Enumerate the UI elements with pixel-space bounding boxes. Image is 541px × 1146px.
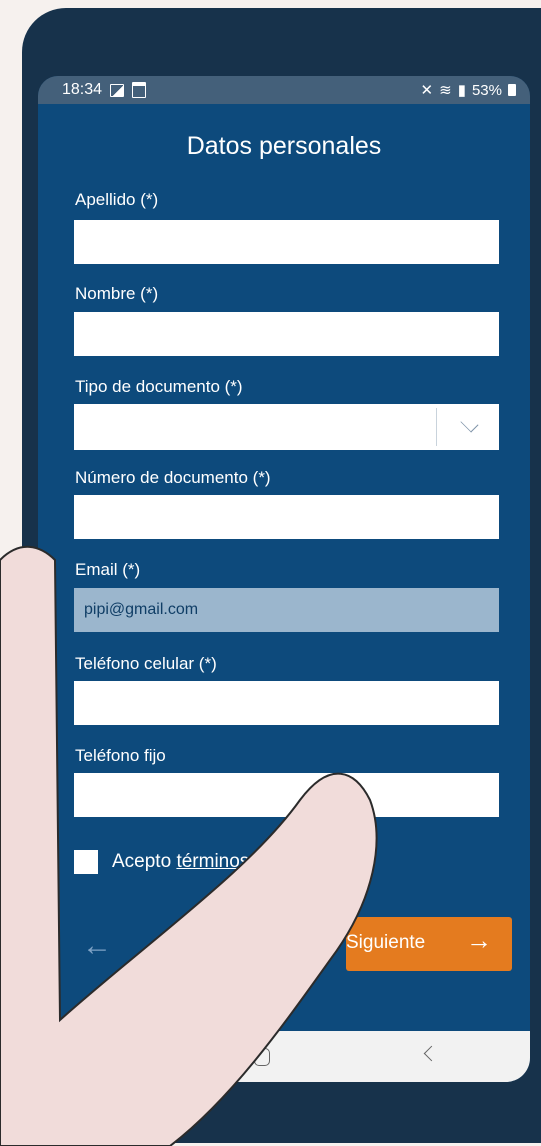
document-number-label: Número de documento (*) (75, 468, 271, 487)
signal-icon: ▮ (457, 82, 466, 99)
battery-icon (508, 84, 516, 96)
terms-prefix: Acepto (112, 851, 177, 872)
status-bar: 18:34 ✕ ≋ ▮ 53% (38, 76, 530, 104)
email-label: Email (*) (75, 560, 141, 579)
calendar-icon (132, 82, 147, 98)
terms-text: Acepto términos y condiciones (112, 851, 370, 873)
chevron-down-icon[interactable] (460, 414, 479, 433)
landline-phone-label: Teléfono fijo (75, 746, 166, 765)
next-button-label: Siguiente (346, 932, 426, 953)
phone-screen: 18:34 ✕ ≋ ▮ 53% Datos personales Apellid… (38, 76, 530, 1082)
document-type-label: Tipo de documento (*) (75, 377, 243, 396)
document-number-input[interactable] (74, 495, 499, 539)
mobile-phone-label: Teléfono celular (*) (75, 654, 217, 673)
surname-label: Apellido (*) (75, 190, 159, 209)
next-button[interactable]: Siguiente → (346, 917, 512, 971)
nav-back-icon[interactable] (423, 1045, 440, 1062)
arrow-left-icon: ← (82, 929, 112, 962)
name-label: Nombre (*) (75, 284, 159, 303)
back-button[interactable]: ← (82, 921, 172, 971)
select-divider (436, 408, 437, 446)
surname-input[interactable] (74, 220, 499, 264)
wifi-icon: ≋ (439, 82, 452, 99)
home-icon[interactable] (254, 1048, 270, 1066)
email-field[interactable] (74, 588, 499, 632)
name-input[interactable] (74, 312, 499, 356)
android-nav-bar (38, 1031, 530, 1082)
gallery-icon (110, 83, 125, 97)
mobile-phone-input[interactable] (74, 681, 499, 725)
mute-icon: ✕ (420, 82, 434, 99)
terms-link[interactable]: términos y condiciones (176, 851, 369, 872)
terms-checkbox[interactable] (74, 850, 98, 874)
landline-phone-input[interactable] (74, 773, 499, 817)
arrow-right-icon: → (466, 925, 492, 955)
document-type-select[interactable] (74, 404, 499, 450)
page-title: Datos personales (186, 132, 382, 160)
status-time: 18:34 (62, 81, 103, 98)
battery-percent: 53% (471, 81, 502, 99)
